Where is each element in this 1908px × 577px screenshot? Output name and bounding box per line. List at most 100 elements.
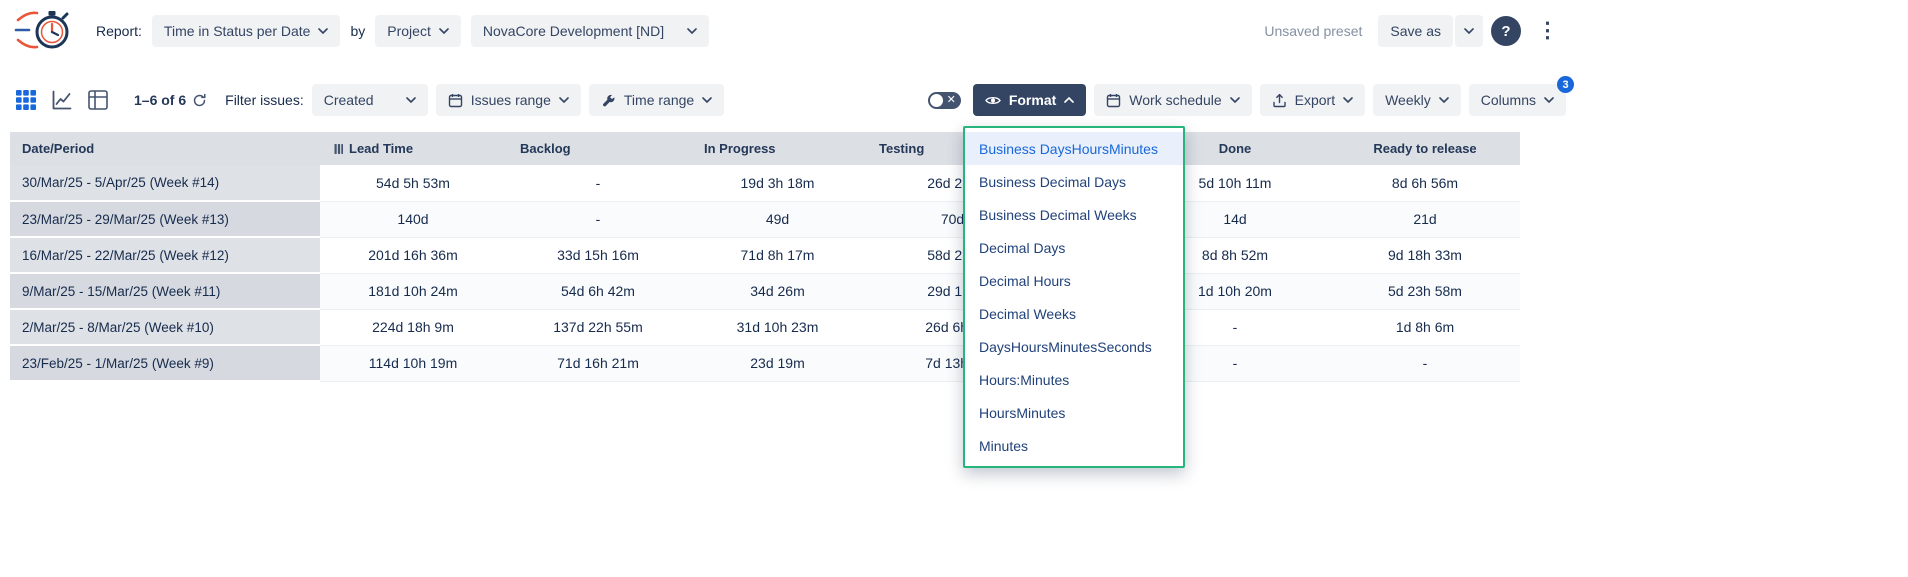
toggle-knob-icon — [930, 94, 943, 107]
view-switcher — [14, 88, 110, 112]
cell-ready: 9d 18h 33m — [1330, 237, 1520, 273]
format-menu-item[interactable]: Decimal Days — [965, 231, 1183, 264]
table-header-row: Date/Period Lead Time Backlog In Progres… — [10, 132, 1520, 165]
table-row: 2/Mar/25 - 8/Mar/25 (Week #10) 224d 18h … — [10, 309, 1520, 345]
by-label: by — [350, 23, 365, 39]
columns-button[interactable]: Columns — [1469, 84, 1566, 116]
columns-count-badge: 3 — [1557, 76, 1574, 93]
refresh-icon[interactable] — [192, 93, 207, 108]
format-menu-item[interactable]: Business Decimal Weeks — [965, 198, 1183, 231]
filter-field-select[interactable]: Created — [312, 84, 428, 116]
cell-period: 23/Mar/25 - 29/Mar/25 (Week #13) — [10, 201, 320, 237]
cell-ready: 5d 23h 58m — [1330, 273, 1520, 309]
cell-backlog: 33d 15h 16m — [506, 237, 690, 273]
cell-ready: - — [1330, 345, 1520, 381]
project-value: NovaCore Development [ND] — [483, 23, 664, 39]
toggle-switch[interactable]: ✕ — [928, 92, 961, 109]
work-schedule-button[interactable]: Work schedule — [1094, 84, 1251, 116]
format-menu-item[interactable]: Decimal Weeks — [965, 297, 1183, 330]
app-content: Report: Time in Status per Date by Proje… — [0, 0, 1580, 382]
cell-in-progress: 23d 19m — [690, 345, 865, 381]
export-button[interactable]: Export — [1260, 84, 1365, 116]
chevron-down-icon — [1464, 28, 1474, 34]
format-menu-item[interactable]: Hours:Minutes — [965, 363, 1183, 396]
chevron-down-icon — [559, 97, 569, 103]
column-grip-icon — [334, 144, 343, 154]
filter-issues-label: Filter issues: — [225, 92, 304, 108]
format-menu-item[interactable]: DaysHoursMinutesSeconds — [965, 330, 1183, 363]
cell-backlog: - — [506, 201, 690, 237]
cell-lead-time: 140d — [320, 201, 506, 237]
cell-ready: 8d 6h 56m — [1330, 165, 1520, 201]
project-select[interactable]: NovaCore Development [ND] — [471, 15, 709, 47]
report-toolbar: 1–6 of 6 Filter issues: Created Issues r… — [0, 82, 1580, 118]
time-range-button[interactable]: Time range — [589, 84, 724, 116]
group-by-select[interactable]: Project — [375, 15, 461, 47]
chevron-down-icon — [1439, 97, 1449, 103]
cell-period: 30/Mar/25 - 5/Apr/25 (Week #14) — [10, 165, 320, 201]
chevron-down-icon — [1544, 97, 1554, 103]
cell-lead-time: 114d 10h 19m — [320, 345, 506, 381]
table-row: 23/Mar/25 - 29/Mar/25 (Week #13) 140d - … — [10, 201, 1520, 237]
report-table: Date/Period Lead Time Backlog In Progres… — [10, 132, 1520, 382]
col-header-in-progress[interactable]: In Progress — [690, 132, 865, 165]
more-options-button[interactable]: ⋮ — [1529, 16, 1566, 46]
save-as-caret-button[interactable] — [1455, 15, 1483, 47]
chevron-down-icon — [406, 97, 416, 103]
pivot-view-icon[interactable] — [86, 88, 110, 112]
cell-in-progress: 49d — [690, 201, 865, 237]
calendar-icon — [448, 93, 463, 108]
col-header-backlog[interactable]: Backlog — [506, 132, 690, 165]
cell-ready: 21d — [1330, 201, 1520, 237]
report-table-wrap: Date/Period Lead Time Backlog In Progres… — [10, 132, 1580, 382]
report-label: Report: — [96, 23, 142, 39]
top-bar: Report: Time in Status per Date by Proje… — [0, 0, 1580, 62]
format-menu-item[interactable]: Decimal Hours — [965, 264, 1183, 297]
cell-ready: 1d 8h 6m — [1330, 309, 1520, 345]
cell-lead-time: 224d 18h 9m — [320, 309, 506, 345]
chart-view-icon[interactable] — [50, 88, 74, 112]
col-header-lead-time[interactable]: Lead Time — [320, 132, 506, 165]
cell-backlog: - — [506, 165, 690, 201]
table-view-icon[interactable] — [14, 88, 38, 112]
columns-button-wrap: Columns 3 — [1469, 84, 1566, 116]
table-row: 23/Feb/25 - 1/Mar/25 (Week #9) 114d 10h … — [10, 345, 1520, 381]
cell-in-progress: 71d 8h 17m — [690, 237, 865, 273]
period-select[interactable]: Weekly — [1373, 84, 1461, 116]
col-header-date-period[interactable]: Date/Period — [10, 132, 320, 165]
cell-lead-time: 181d 10h 24m — [320, 273, 506, 309]
chevron-down-icon — [1343, 97, 1353, 103]
format-menu-item[interactable]: Minutes — [965, 429, 1183, 462]
cell-in-progress: 34d 26m — [690, 273, 865, 309]
report-type-value: Time in Status per Date — [164, 23, 311, 39]
issue-count: 1–6 of 6 — [134, 92, 207, 108]
export-icon — [1272, 93, 1287, 108]
cell-period: 23/Feb/25 - 1/Mar/25 (Week #9) — [10, 345, 320, 381]
chevron-up-icon — [1064, 97, 1074, 103]
table-row: 9/Mar/25 - 15/Mar/25 (Week #11) 181d 10h… — [10, 273, 1520, 309]
report-type-select[interactable]: Time in Status per Date — [152, 15, 341, 47]
eye-icon — [985, 95, 1001, 106]
app-logo-icon — [14, 4, 74, 59]
chevron-down-icon — [687, 28, 697, 34]
help-button[interactable]: ? — [1491, 16, 1521, 46]
col-header-ready[interactable]: Ready to release — [1330, 132, 1520, 165]
format-button[interactable]: Format — [973, 84, 1086, 116]
save-as-button[interactable]: Save as — [1378, 15, 1453, 47]
format-menu-item[interactable]: Business DaysHoursMinutes — [965, 132, 1183, 165]
format-dropdown-menu: Business DaysHoursMinutes Business Decim… — [963, 126, 1185, 468]
question-mark-icon: ? — [1501, 23, 1510, 40]
group-by-value: Project — [387, 23, 431, 39]
chevron-down-icon — [702, 97, 712, 103]
save-as-split-button: Save as — [1378, 15, 1483, 47]
format-menu-item[interactable]: Business Decimal Days — [965, 165, 1183, 198]
cell-backlog: 137d 22h 55m — [506, 309, 690, 345]
format-menu-item[interactable]: HoursMinutes — [965, 396, 1183, 429]
issues-range-button[interactable]: Issues range — [436, 84, 581, 116]
chevron-down-icon — [439, 28, 449, 34]
topbar-right-group: Unsaved preset Save as ? ⋮ — [1264, 15, 1566, 47]
cell-backlog: 71d 16h 21m — [506, 345, 690, 381]
cell-period: 16/Mar/25 - 22/Mar/25 (Week #12) — [10, 237, 320, 273]
cell-in-progress: 31d 10h 23m — [690, 309, 865, 345]
cell-lead-time: 54d 5h 53m — [320, 165, 506, 201]
